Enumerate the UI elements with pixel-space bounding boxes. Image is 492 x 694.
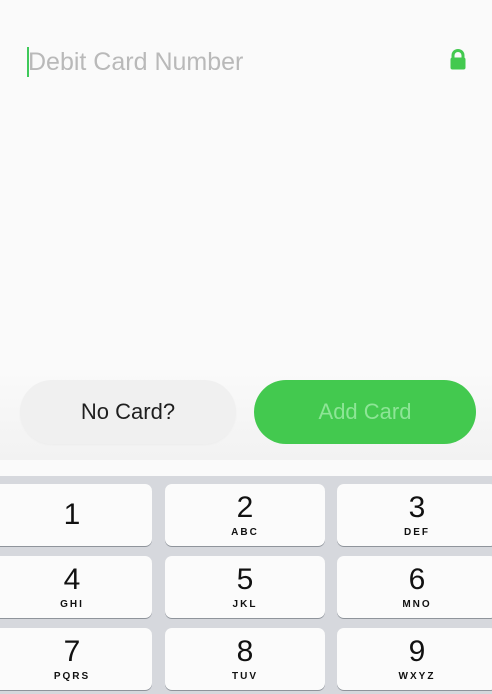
key-letters: GHI — [60, 598, 84, 610]
key-letters: DEF — [404, 526, 430, 538]
key-digit: 5 — [236, 562, 254, 596]
lock-icon — [450, 49, 466, 70]
key-letters: MNO — [402, 598, 432, 610]
keypad-key-5[interactable]: 5 JKL — [165, 556, 325, 618]
keypad-key-4[interactable]: 4 GHI — [0, 556, 152, 618]
key-digit: 1 — [63, 498, 81, 531]
debit-card-number-row[interactable] — [26, 42, 468, 82]
key-digit: 9 — [408, 634, 426, 668]
keypad-key-2[interactable]: 2 ABC — [165, 484, 325, 546]
text-cursor — [27, 47, 29, 77]
key-letters: TUV — [232, 670, 258, 682]
key-letters: WXYZ — [398, 670, 436, 682]
keypad-key-6[interactable]: 6 MNO — [337, 556, 492, 618]
keypad-key-7[interactable]: 7 PQRS — [0, 628, 152, 690]
add-debit-card-screen: No Card? Add Card 1 2 ABC 3 DEF 4 GHI 5 … — [0, 0, 492, 694]
key-letters: PQRS — [53, 670, 91, 682]
debit-card-number-input[interactable] — [26, 42, 428, 82]
no-card-button[interactable]: No Card? — [20, 380, 236, 444]
key-digit: 4 — [63, 562, 81, 596]
key-digit: 7 — [63, 634, 81, 668]
card-actions: No Card? Add Card — [0, 370, 492, 460]
key-letters: ABC — [231, 526, 259, 538]
add-card-button[interactable]: Add Card — [254, 380, 476, 444]
keypad-key-3[interactable]: 3 DEF — [337, 484, 492, 546]
key-digit: 2 — [236, 490, 254, 524]
key-digit: 8 — [236, 634, 254, 668]
numeric-keypad: 1 2 ABC 3 DEF 4 GHI 5 JKL 6 MNO 7 PQRS 8… — [0, 476, 492, 694]
keypad-key-9[interactable]: 9 WXYZ — [337, 628, 492, 690]
key-digit: 3 — [408, 490, 426, 524]
key-digit: 6 — [408, 562, 426, 596]
key-letters: JKL — [232, 598, 258, 610]
keypad-key-8[interactable]: 8 TUV — [165, 628, 325, 690]
keypad-key-1[interactable]: 1 — [0, 484, 152, 546]
